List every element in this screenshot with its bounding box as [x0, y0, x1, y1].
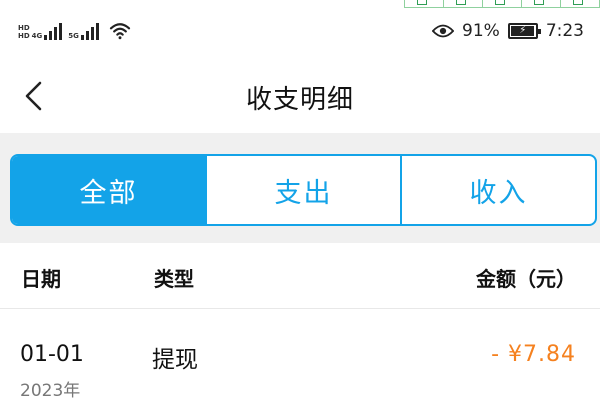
network-label: 4G: [32, 32, 43, 40]
page-title: 收支明细: [245, 84, 354, 115]
signal-icon: [80, 22, 99, 40]
status-left: HD HD 4G 5G: [18, 22, 131, 40]
status-right: 91% ⚡ 7:23: [432, 21, 584, 41]
battery-percent: 91%: [462, 21, 500, 41]
back-button[interactable]: [14, 76, 54, 116]
tab-all[interactable]: 全部: [12, 156, 205, 224]
chevron-left-icon: [25, 81, 42, 111]
row-amount: - ¥7.84: [491, 342, 576, 367]
eye-icon: [432, 24, 455, 38]
column-header-type: 类型: [154, 267, 194, 291]
column-header-amount: 金额（元）: [476, 267, 576, 291]
network-type: 4G: [31, 32, 43, 40]
filter-tabs: 全部 支出 收入: [10, 154, 597, 226]
table-header: 日期 类型 金额（元）: [0, 243, 600, 309]
hd-label: HD: [18, 32, 30, 40]
sim1-labels: HD HD: [18, 24, 30, 40]
sim1-signal: HD HD 4G: [18, 22, 63, 40]
network-type: 5G: [68, 32, 79, 40]
status-bar: HD HD 4G 5G 91% ⚡ 7:23: [0, 0, 600, 62]
hd-label: HD: [18, 24, 30, 32]
filter-band: 全部 支出 收入: [0, 133, 600, 243]
row-year: 2023年: [20, 381, 81, 401]
sim2-signal: 5G: [68, 22, 99, 40]
tab-expense[interactable]: 支出: [205, 156, 400, 224]
tab-income[interactable]: 收入: [400, 156, 595, 224]
row-date: 01-01: [20, 342, 84, 367]
battery-icon: ⚡: [507, 23, 541, 39]
network-label: 5G: [68, 32, 79, 40]
column-header-date: 日期: [21, 267, 61, 291]
signal-icon: [44, 22, 63, 40]
wifi-icon: [109, 23, 131, 40]
clock-time: 7:23: [545, 21, 584, 41]
table-row[interactable]: 01-01 2023年 提现 - ¥7.84: [0, 309, 600, 402]
charging-bolt-icon: ⚡: [519, 25, 527, 36]
page-header: 收支明细: [0, 62, 600, 132]
row-type: 提现: [152, 347, 198, 373]
